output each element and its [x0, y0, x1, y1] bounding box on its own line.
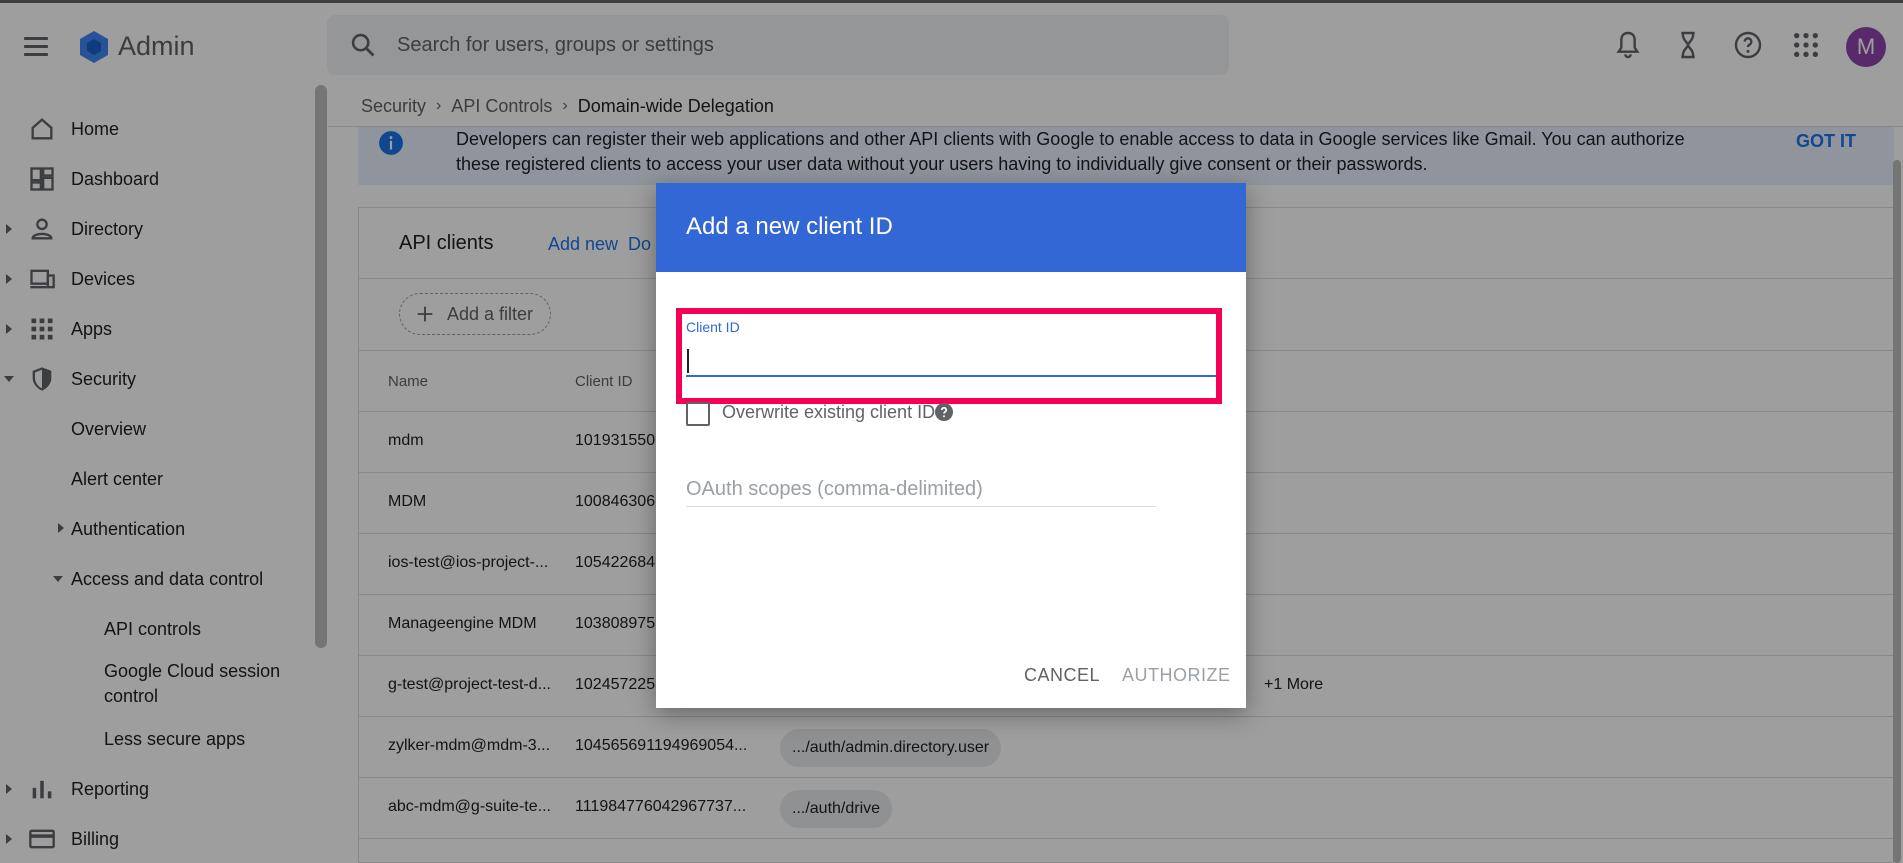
- client-id-label: Client ID: [686, 319, 740, 335]
- oauth-scopes-input[interactable]: [686, 473, 1156, 507]
- cancel-button[interactable]: CANCEL: [1024, 665, 1100, 686]
- help-tooltip-icon[interactable]: [934, 402, 954, 422]
- overwrite-label: Overwrite existing client ID: [722, 402, 936, 422]
- overwrite-checkbox[interactable]: [686, 402, 710, 426]
- client-id-input[interactable]: [686, 343, 1216, 377]
- authorize-button[interactable]: AUTHORIZE: [1122, 665, 1231, 686]
- text-cursor: [687, 349, 689, 373]
- dialog-title: Add a new client ID: [686, 213, 893, 240]
- dialog-header: Add a new client ID: [656, 183, 1246, 272]
- add-client-id-dialog: Add a new client ID Client ID Overwrite …: [656, 183, 1246, 708]
